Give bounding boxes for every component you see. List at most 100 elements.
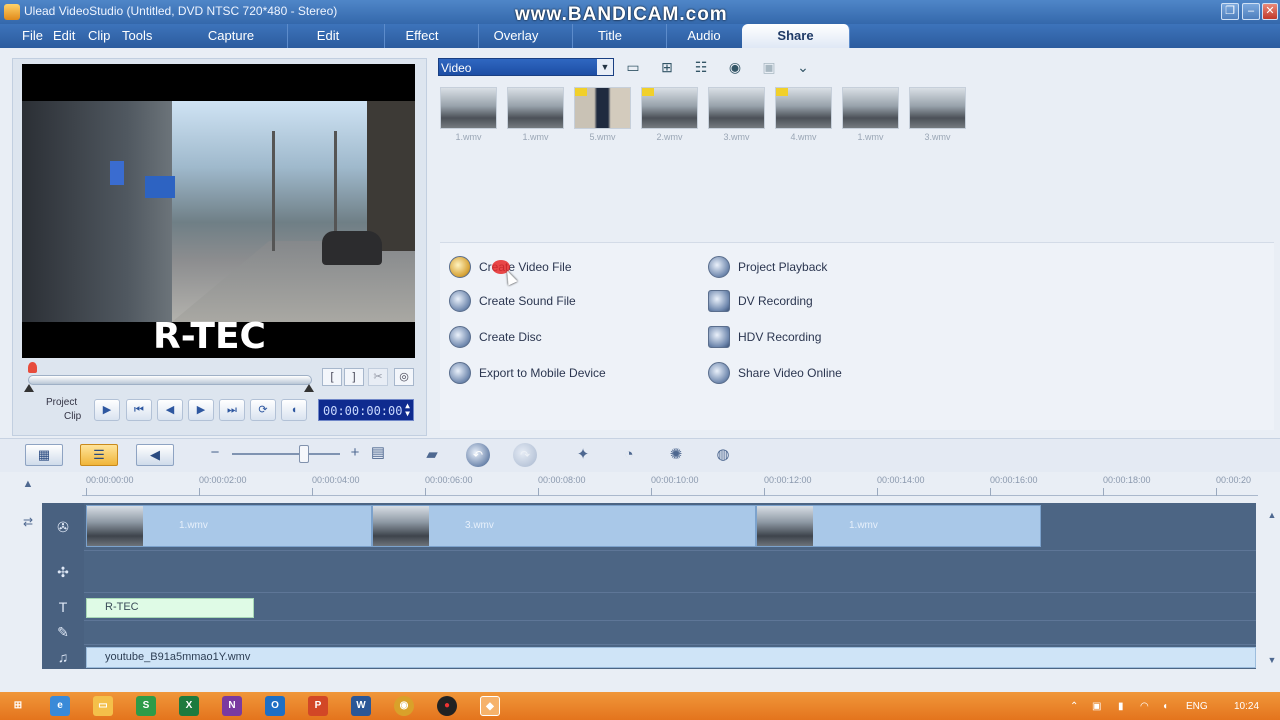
menu-clip[interactable]: Clip bbox=[88, 28, 110, 43]
voice-track-icon[interactable]: ✎ bbox=[52, 621, 74, 643]
tray-language[interactable]: ENG bbox=[1186, 701, 1208, 712]
redo-icon[interactable]: ↷ bbox=[513, 443, 537, 467]
zoom-in-icon[interactable]: + bbox=[343, 441, 367, 465]
record-capture-icon[interactable]: ◔ bbox=[617, 443, 641, 467]
timeline-horizontal-scrollbar[interactable] bbox=[30, 673, 1280, 687]
share-option-left-3[interactable]: Export to Mobile Device bbox=[449, 362, 669, 384]
ruler-toggle-icon[interactable]: ▲ bbox=[16, 472, 40, 496]
music-track-icon[interactable]: ♫ bbox=[52, 646, 74, 668]
music-clip[interactable]: youtube_B91a5mmao1Y.wmv bbox=[86, 647, 1256, 668]
bandicam-icon[interactable]: ● bbox=[437, 696, 457, 716]
timeline-vertical-scrollbar[interactable] bbox=[1258, 503, 1280, 669]
preview-scrubber[interactable] bbox=[28, 375, 312, 385]
title-clip[interactable]: R-TEC bbox=[86, 598, 254, 618]
track-manager-icon[interactable]: ⇄ bbox=[16, 510, 40, 534]
options-icon[interactable]: ◉ bbox=[724, 56, 746, 78]
library-thumbnail[interactable]: 1.wmv bbox=[842, 87, 899, 145]
undo-icon[interactable]: ↶ bbox=[466, 443, 490, 467]
share-option-right-1[interactable]: DV Recording bbox=[708, 290, 928, 312]
mode-clip-label[interactable]: Clip bbox=[64, 411, 81, 422]
library-thumbnail[interactable]: 5.wmv bbox=[574, 87, 631, 145]
smart-proxy-icon[interactable]: ✦ bbox=[571, 443, 595, 467]
split-clip-icon[interactable]: ✂ bbox=[368, 368, 388, 386]
volume-button[interactable]: ◖ bbox=[281, 399, 307, 421]
mode-project-label[interactable]: Project bbox=[46, 397, 77, 408]
timecode-spinner[interactable]: ▲ ▼ bbox=[405, 402, 410, 418]
previous-frame-button[interactable]: ◀ bbox=[157, 399, 183, 421]
auto-music-icon[interactable]: ✺ bbox=[664, 443, 688, 467]
overlay-track[interactable] bbox=[84, 551, 1256, 593]
title-track-icon[interactable]: T bbox=[52, 596, 74, 618]
audio-mixer-icon[interactable]: ◍ bbox=[711, 443, 735, 467]
play-button[interactable]: ▶ bbox=[94, 399, 120, 421]
trim-start-marker[interactable] bbox=[24, 384, 34, 392]
tray-expand-icon[interactable]: ⌃ bbox=[1070, 701, 1078, 712]
video-clip[interactable]: 1.wmv bbox=[756, 505, 1041, 547]
scroll-up-icon[interactable]: ▲ bbox=[1260, 503, 1280, 527]
title-track[interactable] bbox=[84, 593, 1256, 621]
overlay-track-icon[interactable]: ✣ bbox=[52, 561, 74, 583]
store-icon[interactable]: S bbox=[136, 696, 156, 716]
library-manager-icon[interactable]: ⊞ bbox=[656, 56, 678, 78]
voice-track[interactable] bbox=[84, 621, 1256, 645]
video-track-icon[interactable]: ✇ bbox=[52, 516, 74, 538]
onenote-icon[interactable]: N bbox=[222, 696, 242, 716]
storyboard-view-button[interactable]: ▦ bbox=[25, 444, 63, 466]
timecode-field[interactable]: 00:00:00:00 ▲ ▼ bbox=[318, 399, 414, 421]
share-option-right-0[interactable]: Project Playback bbox=[708, 256, 928, 278]
tray-wifi-icon[interactable]: ◠ bbox=[1140, 701, 1149, 712]
audio-view-button[interactable]: ◀ bbox=[136, 444, 174, 466]
repeat-button[interactable]: ⟳ bbox=[250, 399, 276, 421]
video-clip[interactable]: 1.wmv bbox=[86, 505, 372, 547]
outlook-icon[interactable]: O bbox=[265, 696, 285, 716]
zoom-out-icon[interactable]: − bbox=[203, 441, 227, 465]
share-option-right-2[interactable]: HDV Recording bbox=[708, 326, 928, 348]
go-to-end-button[interactable]: ⏭ bbox=[219, 399, 245, 421]
library-thumbnail[interactable]: 3.wmv bbox=[909, 87, 966, 145]
share-option-right-3[interactable]: Share Video Online bbox=[708, 362, 928, 384]
library-thumbnail[interactable]: 2.wmv bbox=[641, 87, 698, 145]
ie-icon[interactable]: e bbox=[50, 696, 70, 716]
close-button[interactable]: ✕ bbox=[1262, 3, 1278, 20]
sort-icon[interactable]: ☷ bbox=[690, 56, 712, 78]
expand-icon[interactable]: ⌄ bbox=[792, 56, 814, 78]
tab-share[interactable]: Share bbox=[742, 24, 850, 48]
next-frame-button[interactable]: ▶ bbox=[188, 399, 214, 421]
trim-end-marker[interactable] bbox=[304, 384, 314, 392]
folder-icon[interactable]: ▭ bbox=[622, 56, 644, 78]
explorer-icon[interactable]: ▭ bbox=[93, 696, 113, 716]
insert-media-icon[interactable]: ▰ bbox=[420, 443, 444, 467]
share-option-left-2[interactable]: Create Disc bbox=[449, 326, 669, 348]
fit-to-window-icon[interactable]: ▤ bbox=[366, 441, 390, 465]
share-option-left-0[interactable]: Create Video File bbox=[449, 256, 669, 278]
library-thumbnail[interactable]: 1.wmv bbox=[507, 87, 564, 145]
chrome-icon[interactable]: ◉ bbox=[394, 696, 414, 716]
menu-file[interactable]: File bbox=[22, 28, 43, 43]
library-category-select[interactable]: Video ▼ bbox=[438, 58, 614, 76]
video-clip[interactable]: 3.wmv bbox=[372, 505, 756, 547]
start-icon[interactable]: ⊞ bbox=[8, 696, 28, 716]
menu-tools[interactable]: Tools bbox=[122, 28, 152, 43]
tray-clock[interactable]: 10:24 bbox=[1234, 701, 1259, 712]
share-option-left-1[interactable]: Create Sound File bbox=[449, 290, 669, 312]
tray-battery-icon[interactable]: ▮ bbox=[1118, 701, 1124, 712]
excel-icon[interactable]: X bbox=[179, 696, 199, 716]
minimize-button[interactable]: – bbox=[1242, 3, 1260, 20]
word-icon[interactable]: W bbox=[351, 696, 371, 716]
tray-network-icon[interactable]: ▣ bbox=[1092, 701, 1101, 712]
delete-icon[interactable]: ▣ bbox=[758, 56, 780, 78]
zoom-slider-thumb[interactable] bbox=[299, 445, 309, 463]
scrub-playhead[interactable] bbox=[28, 362, 37, 373]
mark-in-button[interactable]: [ bbox=[322, 368, 342, 386]
tray-volume-icon[interactable]: ◖ bbox=[1162, 701, 1168, 712]
go-to-start-button[interactable]: ⏮ bbox=[126, 399, 152, 421]
zoom-slider-track[interactable] bbox=[232, 453, 340, 455]
timeline-view-button[interactable]: ☰ bbox=[80, 444, 118, 466]
menu-edit[interactable]: Edit bbox=[53, 28, 75, 43]
library-thumbnail[interactable]: 1.wmv bbox=[440, 87, 497, 145]
snapshot-icon[interactable]: ◎ bbox=[394, 368, 414, 386]
powerpoint-icon[interactable]: P bbox=[308, 696, 328, 716]
scroll-down-icon[interactable]: ▼ bbox=[1260, 648, 1280, 672]
library-thumbnail[interactable]: 3.wmv bbox=[708, 87, 765, 145]
library-thumbnail[interactable]: 4.wmv bbox=[775, 87, 832, 145]
